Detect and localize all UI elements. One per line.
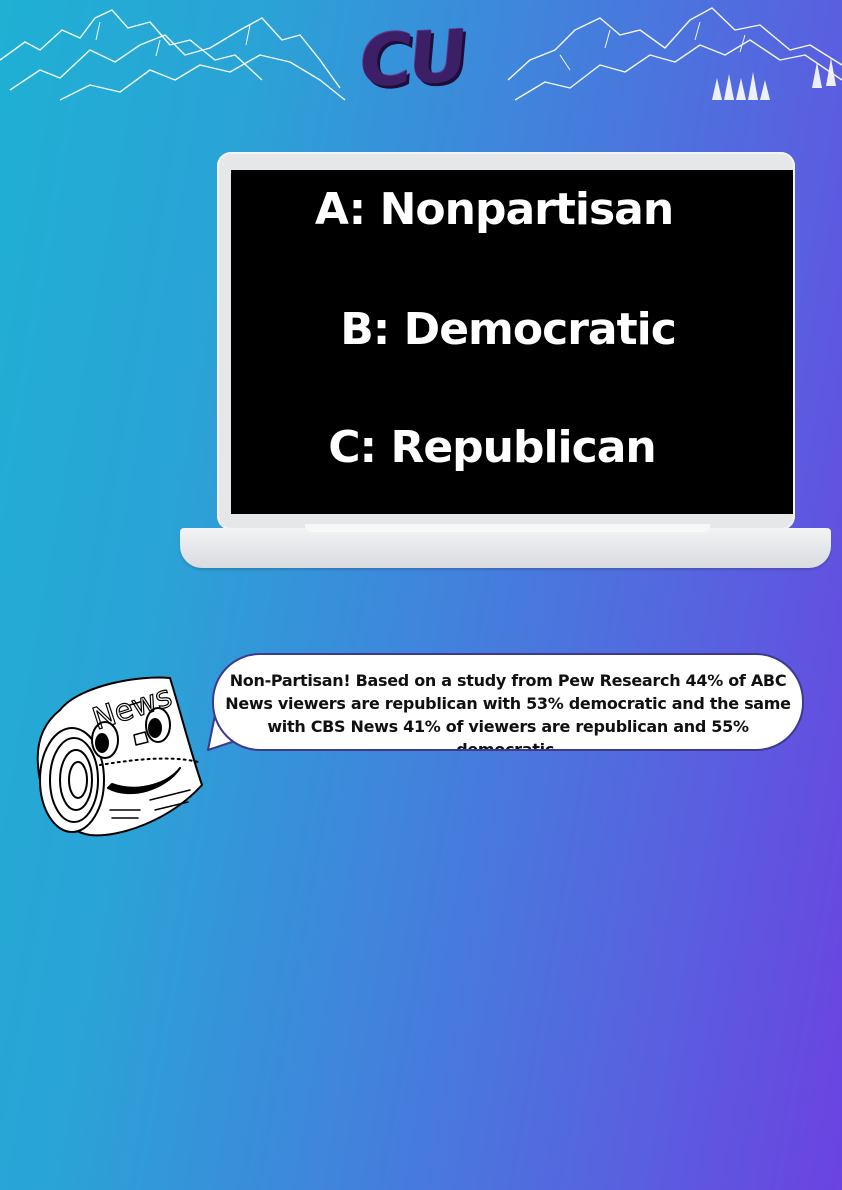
laptop-screen: A: Nonpartisan B: Democratic C: Republic… [231,170,793,514]
mountain-left-1 [0,9,263,81]
newspaper-mascot: News [36,676,203,837]
mountain-right-1 [507,7,842,81]
speech-bubble: Non-Partisan! Based on a study from Pew … [212,653,804,751]
pine-trees [712,58,836,100]
mountain-left-3 [59,54,346,101]
speech-bubble-text: Non-Partisan! Based on a study from Pew … [225,671,791,751]
cu-logo: CU [355,14,468,104]
laptop-keyboard-base [180,528,831,568]
option-b: B: Democratic [340,304,677,355]
laptop-hinge [305,524,710,532]
option-c: C: Republican [328,422,657,473]
option-a: A: Nonpartisan [314,184,674,235]
